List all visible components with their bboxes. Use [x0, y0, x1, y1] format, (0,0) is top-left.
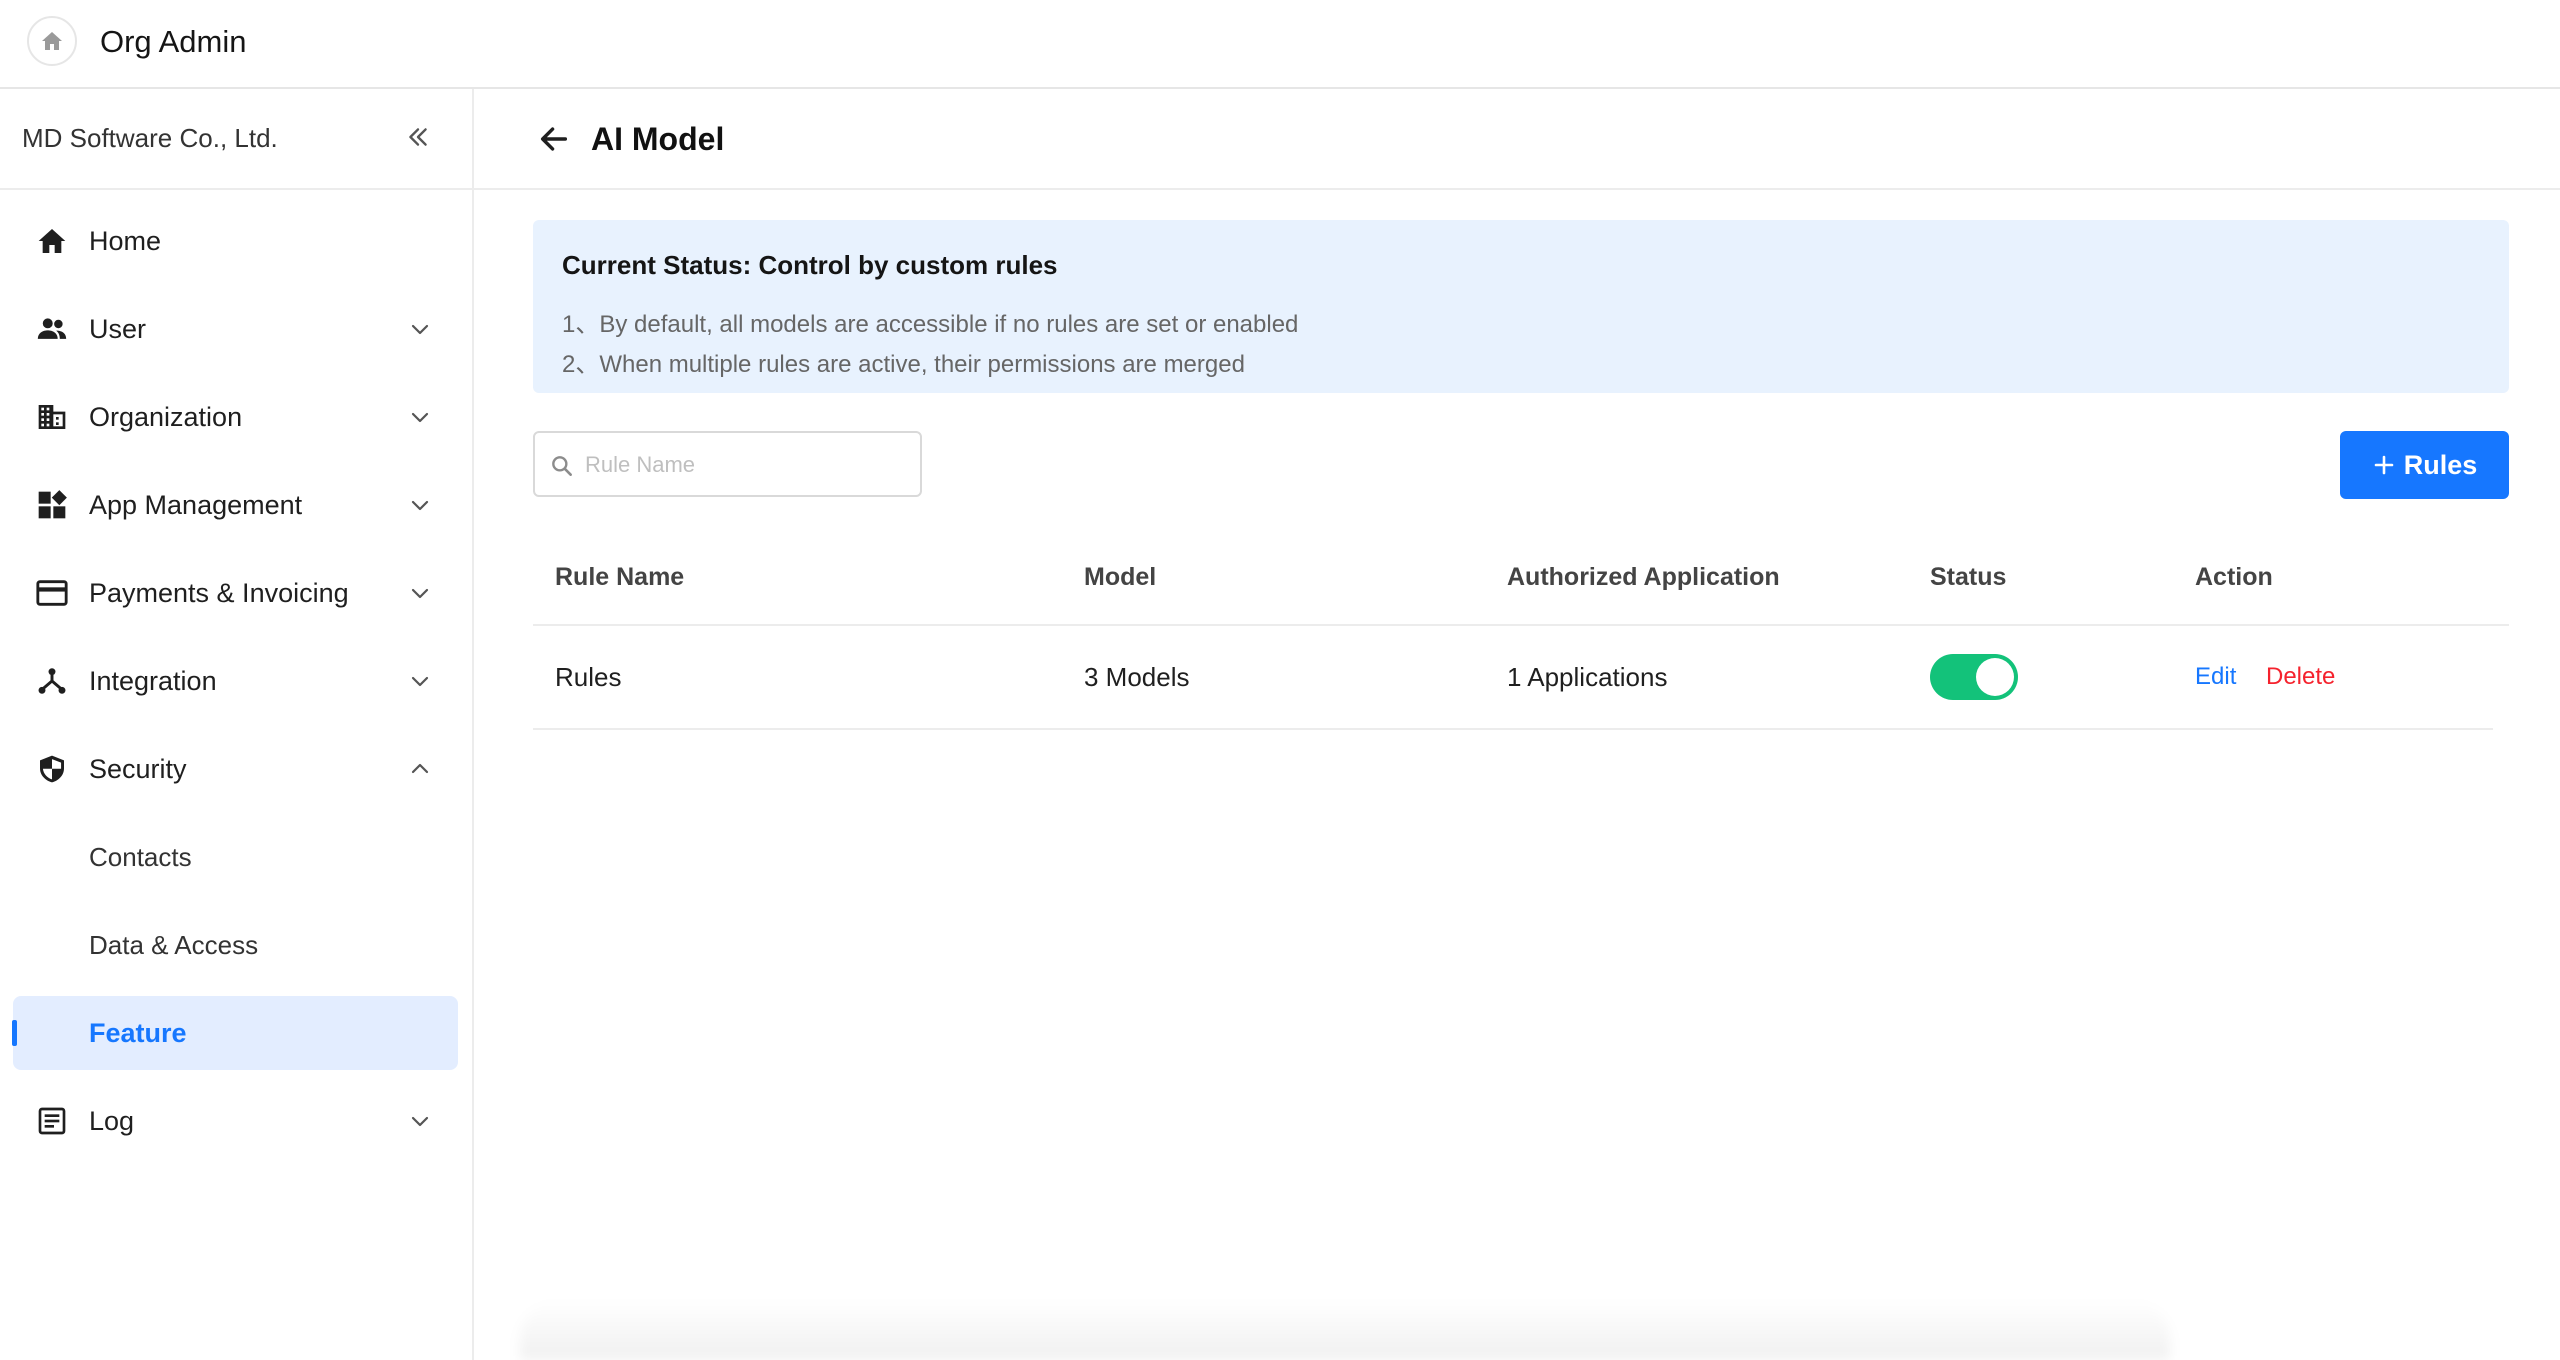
app-title: Org Admin [100, 24, 247, 59]
sidebar-item-security[interactable]: Security [0, 732, 472, 806]
sidebar-item-label: App Management [89, 489, 303, 520]
sidebar-subitem-contacts[interactable]: Contacts [0, 820, 472, 894]
toggle-knob [1976, 658, 2014, 696]
sidebar: MD Software Co., Ltd. Home User Organiza… [0, 89, 474, 1360]
page-title: AI Model [591, 121, 725, 157]
column-header-authorized-application: Authorized Application [1507, 563, 1780, 591]
delete-link[interactable]: Delete [2266, 663, 2335, 691]
sidebar-subitem-data-access[interactable]: Data & Access [0, 908, 472, 982]
table-row-divider [533, 728, 2493, 730]
cell-authorized-application: 1 Applications [1507, 662, 1668, 692]
apps-icon [34, 487, 70, 523]
sidebar-subitem-feature[interactable] [13, 996, 458, 1070]
top-bar: Org Admin [0, 0, 2560, 89]
chevron-down-icon [404, 313, 436, 345]
sidebar-item-label: Security [89, 753, 187, 784]
sidebar-item-label: Integration [89, 665, 217, 696]
users-icon [34, 311, 70, 347]
sidebar-item-label: Log [89, 1105, 135, 1136]
search-box [533, 431, 922, 497]
back-button[interactable] [534, 119, 574, 159]
main-content: AI Model Current Status: Control by cust… [474, 89, 2560, 1360]
status-banner: Current Status: Control by custom rules … [533, 220, 2509, 393]
sidebar-subitem-label: Contacts [89, 841, 192, 872]
banner-line-2: 2、When multiple rules are active, their … [562, 351, 1245, 378]
chevron-down-icon [404, 1105, 436, 1137]
active-indicator [12, 1020, 17, 1046]
sidebar-item-integration[interactable]: Integration [0, 644, 472, 718]
sidebar-item-user[interactable]: User [0, 292, 472, 366]
banner-line-1: 1、By default, all models are accessible … [562, 311, 1299, 338]
status-toggle[interactable] [1930, 654, 2018, 700]
add-rules-button[interactable]: Rules [2340, 431, 2509, 499]
sidebar-item-payments-invoicing[interactable]: Payments & Invoicing [0, 556, 472, 630]
cell-rule-name: Rules [555, 662, 622, 692]
log-icon [34, 1103, 70, 1139]
sidebar-subitem-label: Data & Access [89, 929, 259, 960]
sidebar-item-label: Payments & Invoicing [89, 577, 349, 608]
column-header-action: Action [2195, 563, 2273, 591]
banner-title: Current Status: Control by custom rules [562, 250, 1058, 280]
integration-icon [34, 663, 70, 699]
cell-model: 3 Models [1084, 662, 1190, 692]
credit-card-icon [34, 575, 70, 611]
chevron-up-icon [404, 753, 436, 785]
column-header-status: Status [1930, 563, 2007, 591]
sidebar-subitem-label-active: Feature [89, 1018, 187, 1048]
sidebar-item-organization[interactable]: Organization [0, 380, 472, 454]
home-button[interactable] [27, 16, 77, 66]
add-rules-label: Rules [2403, 449, 2478, 480]
collapse-sidebar-button[interactable] [400, 119, 436, 155]
arrow-left-icon [540, 127, 568, 151]
sidebar-item-app-management[interactable]: App Management [0, 468, 472, 542]
home-icon [34, 223, 70, 259]
chevron-down-icon [404, 489, 436, 521]
building-icon [34, 399, 70, 435]
plus-icon [2374, 455, 2394, 475]
sidebar-item-log[interactable]: Log [0, 1084, 472, 1158]
edit-link[interactable]: Edit [2195, 663, 2236, 691]
home-icon [42, 32, 62, 50]
sidebar-item-label: User [89, 313, 147, 344]
search-input[interactable] [585, 447, 905, 483]
column-header-rule-name: Rule Name [555, 563, 685, 591]
double-chevron-left-icon [409, 128, 427, 146]
org-name: MD Software Co., Ltd. [22, 123, 278, 153]
chevron-down-icon [404, 665, 436, 697]
bottom-fade [520, 1300, 2170, 1360]
table-header-divider [533, 624, 2509, 626]
sidebar-item-label: Organization [89, 401, 243, 432]
shield-icon [34, 751, 70, 787]
org-selector[interactable]: MD Software Co., Ltd. [0, 89, 472, 190]
search-icon [552, 456, 572, 476]
sidebar-item-label: Home [89, 225, 162, 256]
chevron-down-icon [404, 401, 436, 433]
column-header-model: Model [1084, 563, 1157, 591]
sidebar-item-home[interactable]: Home [0, 204, 472, 278]
chevron-down-icon [404, 577, 436, 609]
page-header: AI Model [474, 89, 2560, 190]
